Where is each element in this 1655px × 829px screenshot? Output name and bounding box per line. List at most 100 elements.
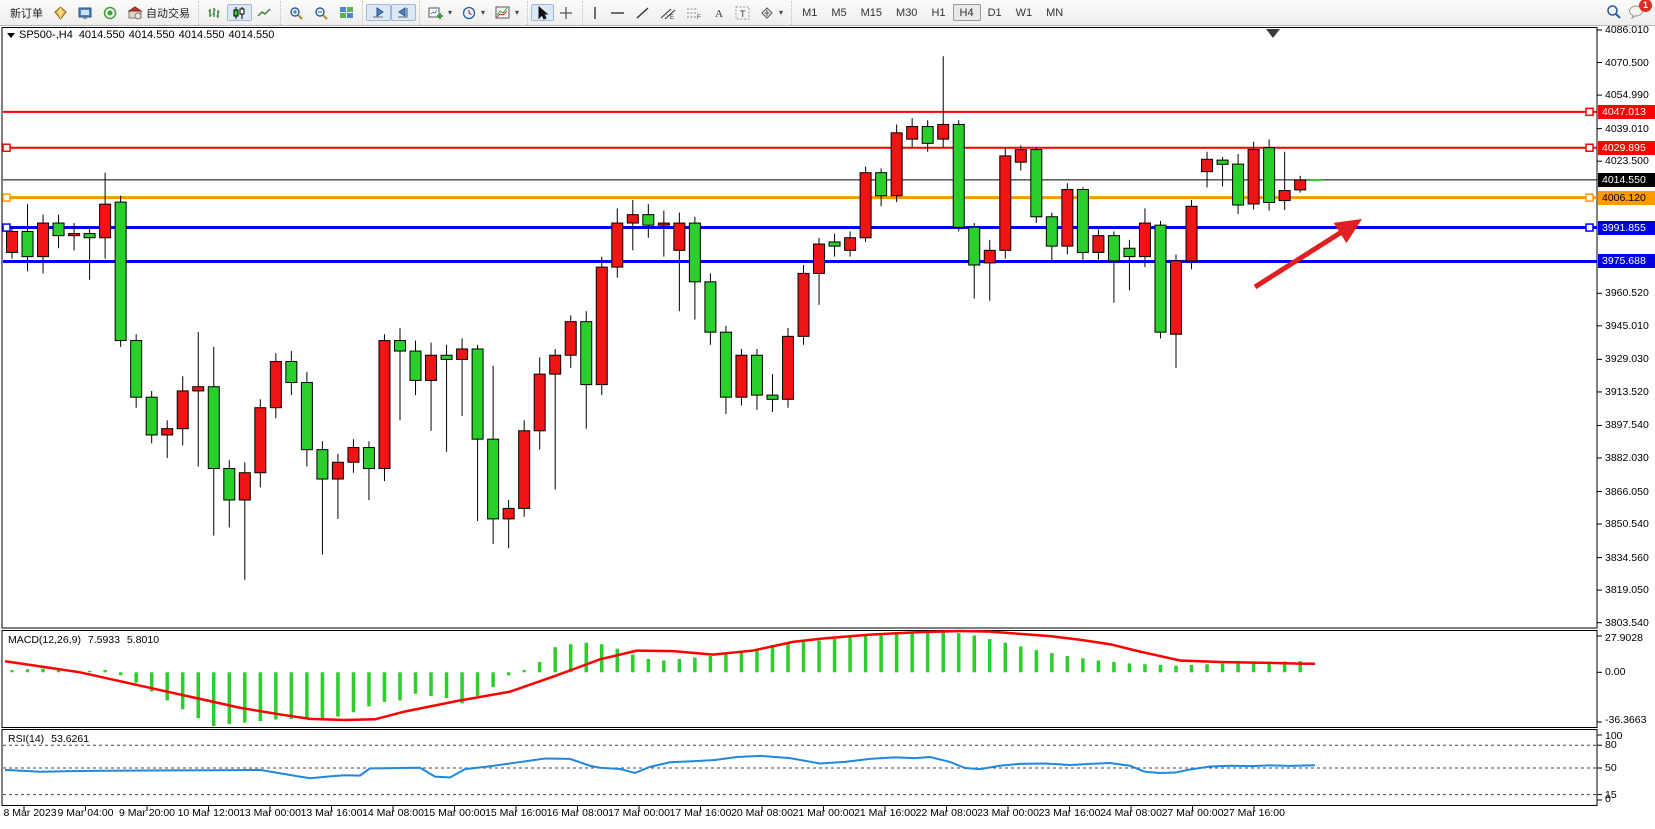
templates-button[interactable]: ▾ [490, 4, 524, 21]
timeframe-m30[interactable]: M30 [889, 4, 924, 21]
chart-shift-marker-icon[interactable] [1266, 29, 1280, 38]
annotation-arrow-head[interactable] [1334, 219, 1362, 243]
annotation-arrow[interactable] [1255, 230, 1345, 287]
y-axis-tick: 4039.010 [1605, 123, 1649, 135]
time-axis-label: 24 Mar 08:00 [1100, 807, 1162, 819]
line-anchor[interactable] [3, 224, 10, 231]
toolbar-group [527, 1, 582, 25]
y-axis-tick: 4023.500 [1605, 155, 1649, 167]
chart-shift-button[interactable] [391, 4, 416, 21]
zoom-in-icon [289, 6, 304, 20]
bar-chart-button[interactable] [202, 4, 227, 21]
candle [332, 462, 343, 479]
collapse-triangle-icon[interactable] [7, 33, 15, 38]
candle [767, 395, 778, 399]
fibonacci-icon: F [686, 6, 702, 20]
trendline-button[interactable] [630, 4, 655, 21]
timeframe-h4[interactable]: H4 [953, 4, 981, 21]
time-axis-label: 22 Mar 08:00 [916, 807, 978, 819]
candle [1108, 236, 1119, 261]
line-anchor[interactable] [3, 144, 10, 151]
candle [798, 273, 809, 336]
candle [7, 231, 18, 252]
line-anchor[interactable] [1586, 194, 1593, 201]
signals-icon[interactable] [98, 4, 123, 21]
timeframe-h1[interactable]: H1 [924, 4, 952, 21]
macd-label: MACD(12,26,9) 7.5933 5.8010 [8, 634, 159, 646]
ohlc-open: 4014.550 [79, 29, 125, 41]
candle [379, 341, 390, 469]
ohlc-close: 4014.550 [228, 29, 274, 41]
timeframe-mn[interactable]: MN [1039, 4, 1070, 21]
zoom-out-button[interactable] [309, 4, 334, 21]
candle [100, 204, 111, 238]
chart-canvas[interactable] [0, 26, 1655, 829]
gem-icon[interactable] [48, 4, 73, 21]
zoom-in-button[interactable] [284, 4, 309, 21]
candle [38, 223, 49, 257]
new-order-button[interactable]: 新订单 [5, 4, 48, 21]
market-watch-icon[interactable] [73, 4, 98, 21]
y-axis-tick: 3913.520 [1605, 386, 1649, 398]
candle [84, 234, 95, 238]
y-axis-tick: 4070.500 [1605, 57, 1649, 69]
candle [938, 124, 949, 139]
cursor-button[interactable] [531, 4, 554, 21]
timeframe-m1[interactable]: M1 [795, 4, 824, 21]
new-chart-button[interactable]: ▾ [423, 4, 457, 21]
candle [162, 429, 173, 435]
candle [317, 450, 328, 479]
line-anchor[interactable] [1586, 108, 1593, 115]
candle [441, 355, 452, 359]
tile-windows-button[interactable] [334, 4, 359, 21]
timeframe-w1[interactable]: W1 [1009, 4, 1040, 21]
chart-window[interactable]: SP500-,H4 4014.550 4014.550 4014.550 401… [0, 26, 1655, 829]
price-tag-4006.120: 4006.120 [1598, 191, 1655, 205]
fibonacci-button[interactable]: F [681, 4, 707, 21]
time-axis-label: 9 Mar 20:00 [119, 807, 175, 819]
line-anchor[interactable] [3, 194, 10, 201]
notifications-icon[interactable]: 1 [1628, 4, 1645, 22]
candle [922, 127, 933, 144]
candle [829, 242, 840, 246]
search-icon[interactable] [1606, 4, 1622, 22]
chevron-down-icon[interactable]: ▾ [448, 8, 452, 17]
auto-trading-button[interactable]: 自动交易 [123, 4, 195, 21]
candle [1093, 236, 1104, 253]
timeframe-d1[interactable]: D1 [981, 4, 1009, 21]
chevron-down-icon[interactable]: ▾ [481, 8, 485, 17]
candle [131, 341, 142, 398]
y-axis-tick: 3834.560 [1605, 552, 1649, 564]
candlestick-chart-button[interactable] [227, 4, 252, 21]
arrows-button[interactable]: ▾ [755, 4, 788, 21]
auto-scroll-button[interactable] [366, 4, 391, 21]
candle [1217, 160, 1228, 164]
toolbar-group [362, 1, 419, 25]
chevron-down-icon[interactable]: ▾ [515, 8, 519, 17]
svg-text:T: T [740, 9, 746, 19]
ohlc-high: 4014.550 [129, 29, 175, 41]
crosshair-button[interactable] [554, 4, 579, 21]
toolbar-group: ▾ ▾ ▾ [419, 1, 527, 25]
candle [1139, 223, 1150, 257]
horizontal-line-button[interactable] [605, 4, 630, 21]
new-chart-icon [428, 6, 444, 20]
candle [953, 124, 964, 227]
timeframe-m5[interactable]: M5 [824, 4, 853, 21]
line-chart-button[interactable] [252, 4, 277, 21]
price-tag-4029.895: 4029.895 [1598, 141, 1655, 155]
chevron-down-icon[interactable]: ▾ [779, 8, 783, 17]
rsi-axis-tick: 50 [1605, 762, 1617, 774]
y-axis-tick: 3819.050 [1605, 584, 1649, 596]
text-button[interactable]: A [707, 4, 730, 21]
periods-button[interactable]: ▾ [457, 4, 490, 21]
vertical-line-button[interactable] [586, 4, 605, 21]
line-anchor[interactable] [1586, 144, 1593, 151]
line-anchor[interactable] [1586, 224, 1593, 231]
candle [689, 223, 700, 282]
y-axis-tick: 3803.540 [1605, 617, 1649, 629]
y-axis-tick: 3929.030 [1605, 353, 1649, 365]
equidistant-channel-button[interactable]: E [655, 4, 681, 21]
timeframe-m15[interactable]: M15 [854, 4, 889, 21]
text-label-button[interactable]: T [730, 4, 755, 21]
